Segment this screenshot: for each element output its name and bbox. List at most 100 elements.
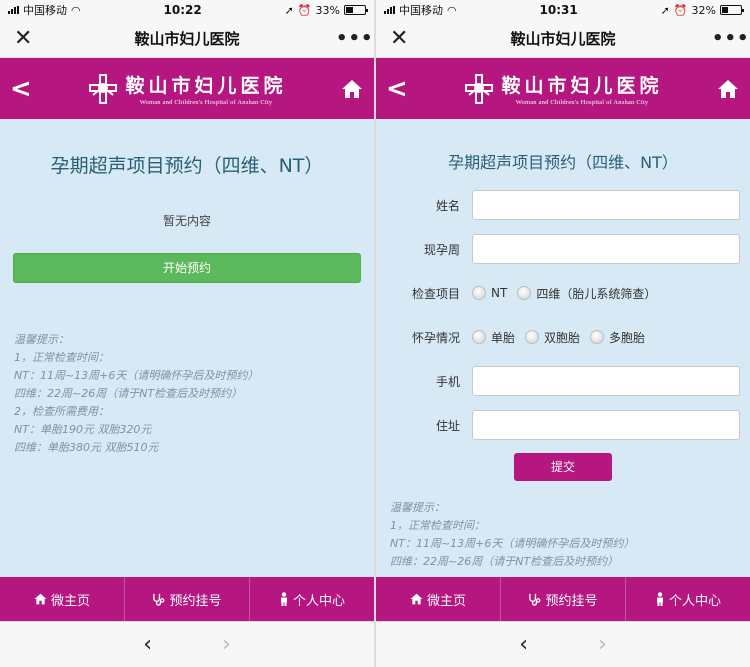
hospital-logo: 鞍山市妇儿医院 Woman and Children's Hospital of…: [87, 71, 286, 106]
clock-time: 10:31: [539, 3, 578, 17]
empty-state-text: 暂无内容: [162, 214, 211, 228]
tab-label: 预约挂号: [169, 593, 222, 609]
radio-label: NT: [491, 286, 508, 300]
form-row-pregnancy: 怀孕情况 单胎 双胞胎 多胞胎: [376, 315, 750, 359]
tab-label: 预约挂号: [545, 593, 598, 609]
radio-icon: [525, 330, 540, 344]
logo-english-name: Woman and Children's Hospital of Anshan …: [139, 99, 273, 106]
location-icon: ➚: [660, 3, 670, 17]
exam-option-4d[interactable]: 四维（胎儿系统筛查）: [517, 285, 656, 302]
submit-button[interactable]: 提交: [514, 453, 612, 481]
radio-label: 四维（胎儿系统筛查）: [536, 286, 657, 301]
pregnancy-option-multiple[interactable]: 多胞胎: [590, 329, 645, 346]
pregnancy-option-twins[interactable]: 双胞胎: [525, 329, 580, 346]
location-icon: ➚: [284, 3, 294, 17]
name-input[interactable]: [472, 190, 740, 220]
battery-icon: [720, 5, 744, 15]
address-label: 住址: [435, 418, 460, 433]
home-icon[interactable]: [716, 79, 740, 99]
radio-icon: [517, 286, 532, 300]
radio-icon: [472, 330, 486, 344]
tab-appointment[interactable]: 预约挂号: [125, 577, 250, 621]
pregnancy-option-single[interactable]: 单胎: [472, 329, 515, 346]
form-row-exam: 检查项目 NT 四维（胎儿系统筛查）: [376, 271, 750, 315]
close-icon[interactable]: ✕: [390, 27, 414, 50]
status-bar: 中国移动 ◠ 10:22 ➚ ⏰ 33%: [0, 0, 374, 20]
tips-line: 温馨提示：: [390, 501, 445, 514]
clock-time: 10:22: [163, 3, 202, 17]
hospital-header: < 鞍山市妇儿医院 Woman and Children's Hospital …: [0, 58, 374, 119]
wifi-icon: ◠: [71, 3, 81, 17]
more-icon[interactable]: •••: [336, 28, 373, 49]
hospital-logo: 鞍山市妇儿医院 Woman and Children's Hospital of…: [463, 71, 662, 106]
more-icon[interactable]: •••: [712, 28, 749, 49]
signal-icon: [8, 6, 19, 14]
battery-percent: 32%: [691, 3, 716, 17]
alarm-icon: ⏰: [297, 3, 312, 17]
wifi-icon: ◠: [447, 3, 457, 17]
carrier-label: 中国移动: [399, 4, 443, 17]
hospital-logo-mark: [89, 73, 118, 104]
main-content: 孕期超声项目预约（四维、NT） 暂无内容 开始预约 温馨提示： 1，正常检查时间…: [0, 119, 374, 577]
phone-screen-left: 中国移动 ◠ 10:22 ➚ ⏰ 33% ✕ 鞍山市妇儿医院 ••• < 鞍山市…: [0, 0, 374, 667]
start-appointment-button[interactable]: 开始预约: [13, 253, 361, 283]
tab-profile[interactable]: 个人中心: [626, 577, 750, 621]
logo-english-name: Woman and Children's Hospital of Anshan …: [515, 99, 649, 106]
tips-line: 温馨提示：: [14, 333, 69, 346]
bottom-tabbar: 微主页 预约挂号 个人中心: [0, 577, 374, 621]
form-row-name: 姓名: [376, 183, 750, 227]
tips-line: NT：11周~13周+6天（请明确怀孕后及时预约）: [14, 369, 259, 382]
hospital-header: < 鞍山市妇儿医院 Woman and Children's Hospital …: [376, 58, 750, 119]
radio-label: 单胎: [491, 330, 516, 345]
tab-label: 个人中心: [292, 593, 345, 609]
radio-icon: [472, 286, 486, 300]
tips-line: NT：单胎190元 双胎320元: [14, 423, 152, 436]
phone-input[interactable]: [472, 366, 740, 396]
carrier-label: 中国移动: [23, 4, 67, 17]
weeks-input[interactable]: [472, 234, 740, 264]
back-icon[interactable]: <: [386, 74, 410, 104]
form-row-address: 住址: [376, 403, 750, 447]
tips-line: 四维：22周~26周（请于NT检查后及时预约）: [390, 555, 619, 568]
tab-appointment[interactable]: 预约挂号: [501, 577, 626, 621]
pregnancy-label: 怀孕情况: [411, 330, 460, 345]
tab-home[interactable]: 微主页: [376, 577, 501, 621]
wechat-navbar: ✕ 鞍山市妇儿医院 •••: [0, 20, 374, 58]
tips-line: 四维：单胎380元 双胎510元: [14, 441, 159, 454]
tab-label: 微主页: [426, 593, 466, 609]
address-input[interactable]: [472, 410, 740, 440]
tab-label: 个人中心: [668, 593, 721, 609]
wechat-navbar: ✕ 鞍山市妇儿医院 •••: [376, 20, 750, 58]
close-icon[interactable]: ✕: [14, 27, 38, 50]
tab-home[interactable]: 微主页: [0, 577, 125, 621]
radio-icon: [590, 330, 605, 344]
battery-percent: 33%: [315, 3, 340, 17]
tips-line: 1，正常检查时间：: [14, 351, 109, 364]
form-row-weeks: 现孕周: [376, 227, 750, 271]
chevron-left-icon[interactable]: ‹: [519, 632, 528, 657]
exam-option-nt[interactable]: NT: [472, 286, 507, 300]
navbar-title: 鞍山市妇儿医院: [510, 30, 616, 48]
weeks-label: 现孕周: [423, 242, 460, 257]
home-icon[interactable]: [340, 79, 364, 99]
back-icon[interactable]: <: [10, 74, 34, 104]
tips-block: 温馨提示： 1，正常检查时间： NT：11周~13周+6天（请明确怀孕后及时预约…: [0, 331, 374, 457]
chevron-left-icon[interactable]: ‹: [143, 632, 152, 657]
status-bar: 中国移动 ◠ 10:31 ➚ ⏰ 32%: [376, 0, 750, 20]
tips-line: 四维：22周~26周（请于NT检查后及时预约）: [14, 387, 243, 400]
phone-screen-right: 中国移动 ◠ 10:31 ➚ ⏰ 32% ✕ 鞍山市妇儿医院 ••• < 鞍山市…: [376, 0, 750, 667]
chevron-right-icon[interactable]: ›: [222, 632, 231, 657]
browser-nav-bar: ‹ ›: [376, 621, 750, 667]
navbar-title: 鞍山市妇儿医院: [134, 30, 240, 48]
hospital-logo-mark: [465, 73, 494, 104]
chevron-right-icon[interactable]: ›: [598, 632, 607, 657]
logo-chinese-name: 鞍山市妇儿医院: [501, 75, 663, 97]
pregnancy-radio-group: 单胎 双胞胎 多胞胎: [472, 329, 645, 346]
main-content: 孕期超声项目预约（四维、NT） 姓名 现孕周 检查项目 NT 四维（胎儿系统筛查…: [376, 119, 750, 577]
stethoscope-icon: [529, 593, 541, 606]
radio-label: 多胞胎: [609, 330, 646, 345]
battery-icon: [344, 5, 368, 15]
stethoscope-icon: [153, 593, 165, 606]
alarm-icon: ⏰: [673, 3, 688, 17]
tab-profile[interactable]: 个人中心: [250, 577, 374, 621]
